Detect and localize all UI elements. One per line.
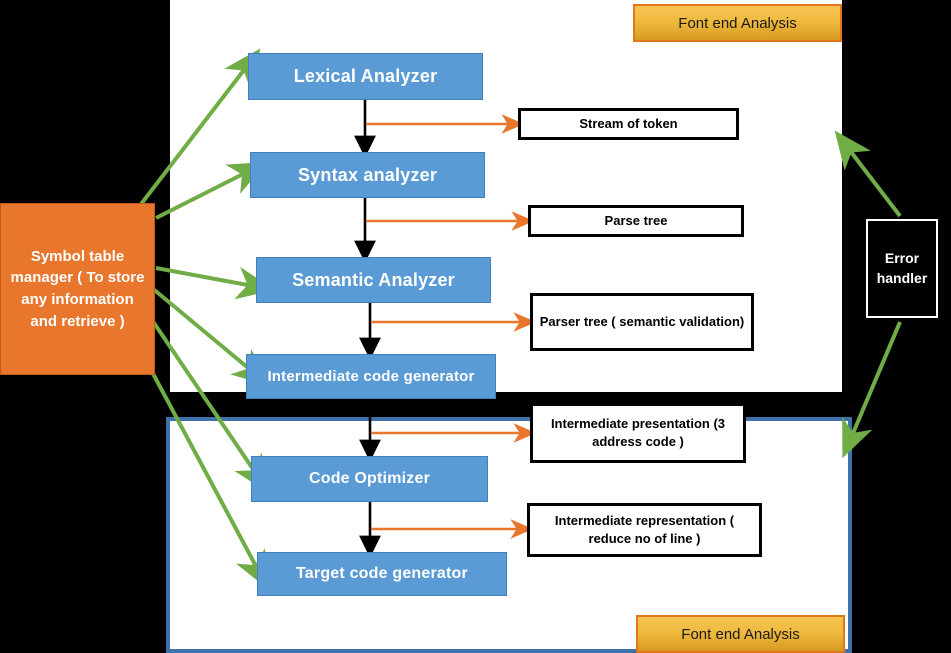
process-syntax-analyzer[interactable]: Syntax analyzer	[250, 152, 485, 198]
process-label: Lexical Analyzer	[293, 66, 438, 86]
banner-label: Font end Analysis	[681, 625, 800, 643]
output-label: Stream of token	[579, 116, 678, 132]
banner-label: Font end Analysis	[678, 14, 797, 32]
symbol-table-manager[interactable]: Symbol table manager ( To store any info…	[0, 203, 155, 375]
process-label: Semantic Analyzer	[292, 269, 455, 290]
symbol-table-label: Symbol table manager ( To store any info…	[10, 247, 145, 330]
banner-front-end-bottom: Font end Analysis	[636, 615, 845, 653]
output-parse-tree: Parse tree	[528, 205, 744, 237]
process-code-optimizer[interactable]: Code Optimizer	[251, 456, 488, 502]
output-parser-tree-semantic-validation: Parser tree ( semantic validation)	[530, 293, 754, 351]
diagram-canvas: Lexical Analyzer Syntax analyzer Semanti…	[0, 0, 951, 653]
output-label: Parser tree ( semantic validation)	[539, 314, 745, 330]
banner-front-end-top: Font end Analysis	[633, 4, 842, 42]
process-semantic-analyzer[interactable]: Semantic Analyzer	[256, 257, 491, 303]
process-target-code-generator[interactable]: Target code generator	[257, 552, 507, 596]
process-intermediate-code-generator[interactable]: Intermediate code generator	[246, 354, 496, 399]
error-handler-box[interactable]: Error handler	[866, 219, 938, 318]
process-label: Intermediate code generator	[267, 368, 475, 385]
output-label: Parse tree	[604, 213, 668, 229]
output-label: Intermediate presentation (3 address cod…	[550, 416, 726, 449]
process-label: Syntax analyzer	[297, 164, 438, 185]
process-label: Code Optimizer	[308, 470, 431, 487]
output-label: Intermediate representation ( reduce no …	[554, 513, 735, 546]
output-intermediate-presentation: Intermediate presentation (3 address cod…	[530, 403, 746, 463]
output-intermediate-representation: Intermediate representation ( reduce no …	[527, 503, 762, 557]
process-label: Target code generator	[296, 565, 468, 582]
process-lexical-analyzer[interactable]: Lexical Analyzer	[248, 53, 483, 100]
output-stream-of-token: Stream of token	[518, 108, 739, 140]
error-handler-label: Error handler	[876, 249, 928, 286]
